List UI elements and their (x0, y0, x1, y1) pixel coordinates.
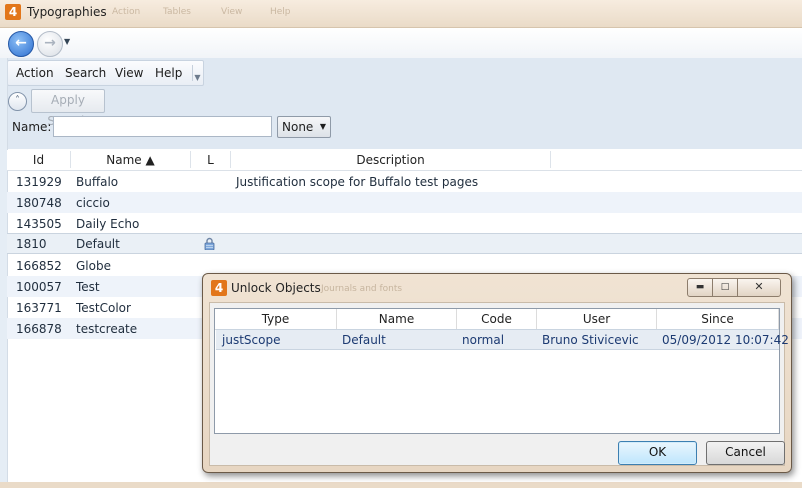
cell-id: 180748 (16, 196, 62, 210)
column-header-description[interactable]: Description (231, 153, 550, 167)
column-header-name[interactable]: Name ▲ (71, 153, 190, 167)
cell-type: justScope (222, 333, 281, 347)
column-header-lock[interactable]: L (191, 153, 230, 167)
column-header-name[interactable]: Name (337, 309, 457, 330)
ok-button[interactable]: OK (618, 441, 697, 465)
menu-overflow-icon[interactable]: ▼ (192, 65, 202, 82)
cell-id: 131929 (16, 175, 62, 189)
chevron-down-icon: ▼ (319, 122, 326, 131)
menu-action[interactable]: Action (16, 66, 54, 80)
unlock-objects-dialog: 4 Unlock Objects Journals and fonts ▬ □ … (202, 273, 792, 473)
cell-name: testcreate (76, 322, 138, 336)
back-arrow-icon[interactable]: ← (8, 31, 34, 57)
apply-search-button[interactable]: Apply Search (31, 89, 105, 128)
app-logo-icon: 4 (211, 280, 227, 296)
cell-name: Buffalo (76, 175, 119, 189)
menu-search[interactable]: Search (65, 66, 106, 80)
dialog-body: Type Name Code User Since justScope Defa… (209, 302, 789, 466)
column-header-since[interactable]: Since (657, 309, 779, 330)
forward-arrow-icon[interactable]: → (37, 31, 63, 57)
close-icon[interactable]: ✕ (737, 278, 781, 297)
grid-header: Id Name ▲ L Description (7, 150, 802, 171)
dialog-title: Unlock Objects (231, 281, 321, 295)
history-dropdown-icon[interactable]: ▼ (64, 37, 70, 46)
ghost-menu-view: View (221, 7, 243, 17)
ghost-menu-tables: Tables (163, 7, 191, 17)
table-row-selected[interactable]: 1810 Default (7, 233, 802, 254)
cell-name: Default (76, 237, 120, 251)
ghost-menu-help: Help (270, 7, 291, 17)
cell-id: 1810 (16, 237, 47, 251)
cell-description: Justification scope for Buffalo test pag… (236, 175, 479, 189)
cell-code: normal (462, 333, 505, 347)
window-bottom-frame (0, 482, 802, 488)
cell-name: Daily Echo (76, 217, 140, 231)
window-titlebar: 4 Typographies Action Tables View Help (0, 0, 802, 28)
window-title: Typographies (27, 5, 107, 19)
app-logo-icon: 4 (5, 4, 21, 20)
column-separator (550, 151, 551, 168)
menu-bar: Action Search View Help ▼ (7, 60, 204, 86)
column-header-type[interactable]: Type (215, 309, 337, 330)
cell-id: 163771 (16, 301, 62, 315)
table-row[interactable]: 131929 Buffalo Justification scope for B… (7, 171, 802, 192)
table-row[interactable]: 143505 Daily Echo (7, 213, 802, 234)
ghost-menu-action: Action (112, 7, 141, 17)
name-search-input[interactable] (53, 116, 272, 137)
cancel-button[interactable]: Cancel (706, 441, 785, 465)
cell-since: 05/09/2012 10:07:42 (662, 333, 789, 347)
menu-view[interactable]: View (115, 66, 143, 80)
table-row[interactable]: 180748 ciccio (7, 192, 802, 213)
filter-select-value: None (282, 120, 314, 134)
cell-id: 166878 (16, 322, 62, 336)
navigation-bar: ← → ▼ (0, 28, 802, 58)
cell-name: ciccio (76, 196, 110, 210)
cell-name: TestColor (76, 301, 131, 315)
cell-name: Globe (76, 259, 111, 273)
maximize-icon[interactable]: □ (712, 278, 738, 297)
collapse-icon[interactable]: ˄ (8, 92, 27, 111)
filter-select[interactable]: None ▼ (277, 116, 331, 138)
cell-id: 143505 (16, 217, 62, 231)
minimize-icon[interactable]: ▬ (687, 278, 713, 297)
lock-icon (204, 237, 215, 250)
cell-name: Default (342, 333, 386, 347)
cell-user: Bruno Stivicevic (542, 333, 639, 347)
cell-id: 100057 (16, 280, 62, 294)
cell-name: Test (76, 280, 100, 294)
column-header-id[interactable]: Id (7, 153, 70, 167)
cell-id: 166852 (16, 259, 62, 273)
column-header-user[interactable]: User (537, 309, 657, 330)
menu-help[interactable]: Help (155, 66, 182, 80)
column-header-code[interactable]: Code (457, 309, 537, 330)
table-row[interactable]: justScope Default normal Bruno Stivicevi… (216, 329, 789, 350)
dialog-ghost-text: Journals and fonts (321, 284, 403, 294)
unlock-grid: Type Name Code User Since justScope Defa… (214, 308, 789, 434)
name-label: Name: (12, 120, 52, 134)
